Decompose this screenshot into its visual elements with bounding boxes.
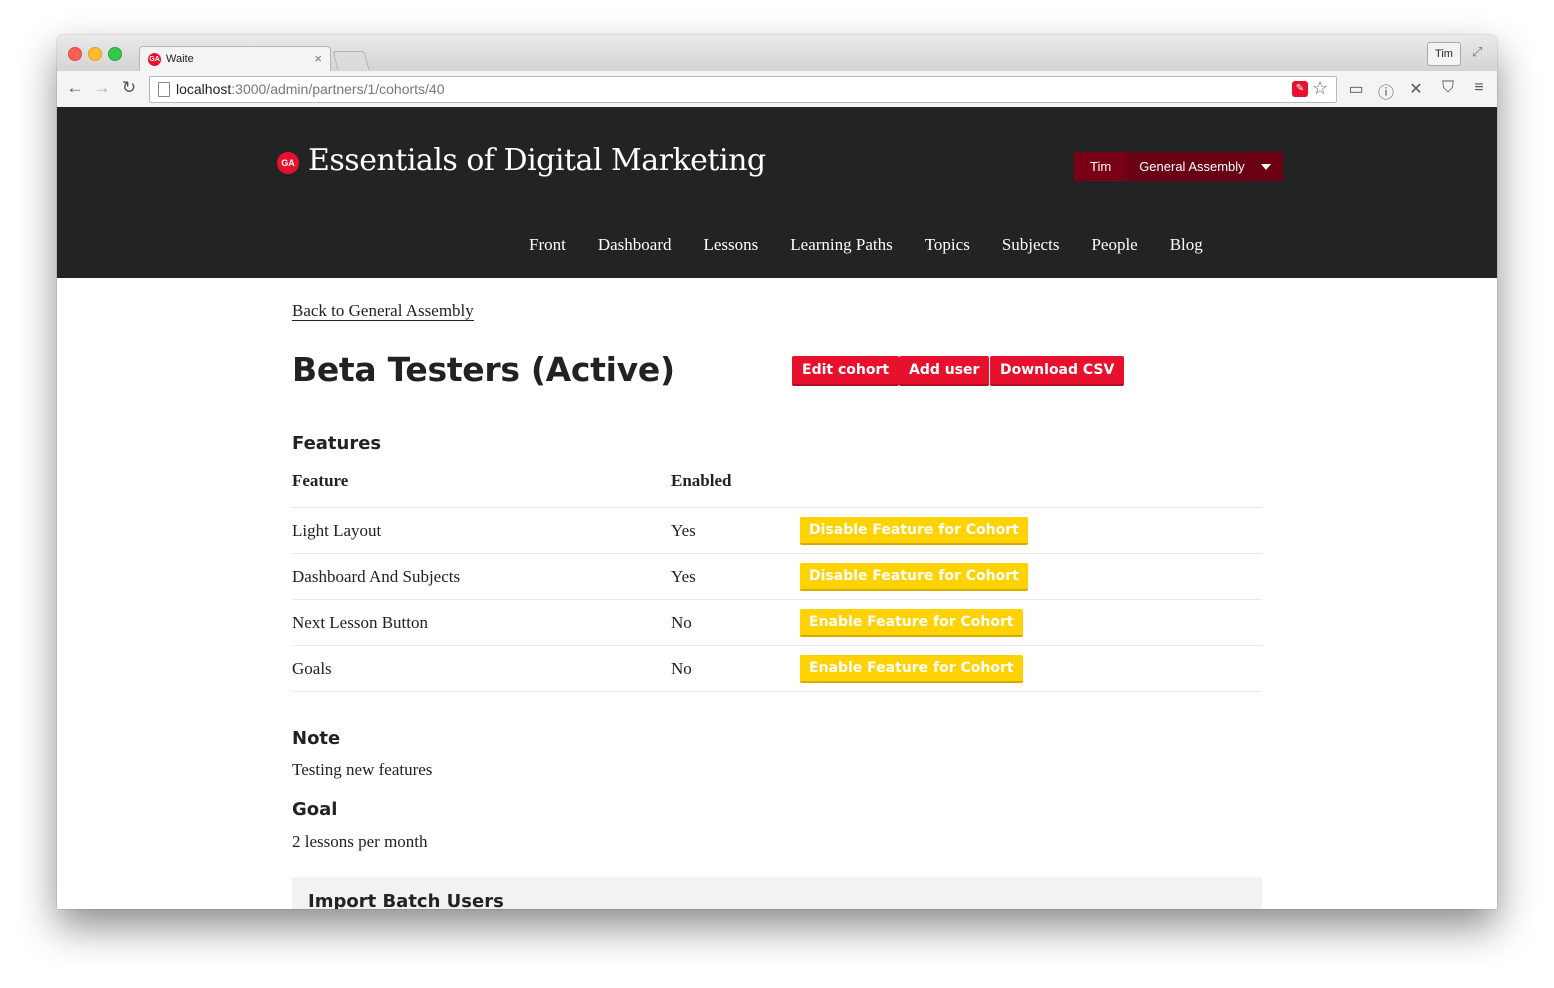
back-link[interactable]: Back to General Assembly [292, 301, 474, 321]
features-table: Feature Enabled Light Layout Yes Disable… [292, 467, 1262, 692]
cast-icon[interactable]: ▭ [1346, 79, 1366, 99]
table-row: Light Layout Yes Disable Feature for Coh… [292, 507, 1262, 554]
new-tab-button[interactable] [332, 51, 370, 70]
nav-topics[interactable]: Topics [925, 235, 970, 255]
import-heading: Import Batch Users [308, 891, 504, 909]
user-name: Tim [1074, 152, 1128, 181]
profile-button[interactable]: Tim [1427, 42, 1461, 66]
goal-heading: Goal [292, 799, 338, 820]
feature-name: Next Lesson Button [292, 599, 671, 646]
extension-icon[interactable]: ✎ [1292, 81, 1308, 97]
close-tab-icon[interactable]: × [314, 51, 322, 66]
table-row: Next Lesson Button No Enable Feature for… [292, 599, 1262, 646]
main-nav: Front Dashboard Lessons Learning Paths T… [529, 235, 1235, 255]
page-title: Beta Testers (Active) [292, 350, 675, 389]
nav-dashboard[interactable]: Dashboard [598, 235, 672, 255]
browser-window: GA Waite × Tim ⤢ ← → ↻ localhost:3000/ad… [57, 35, 1497, 909]
address-bar[interactable]: localhost:3000/admin/partners/1/cohorts/… [149, 76, 1337, 103]
add-user-button[interactable]: Add user [899, 356, 990, 386]
favicon-icon: GA [148, 53, 161, 66]
tab-strip: GA Waite × Tim ⤢ [57, 35, 1497, 73]
feature-name: Light Layout [292, 507, 671, 554]
nav-learning-paths[interactable]: Learning Paths [790, 235, 892, 255]
note-text: Testing new features [292, 760, 433, 779]
feature-enabled: Yes [671, 553, 800, 600]
goal-text: 2 lessons per month [292, 832, 428, 851]
browser-toolbar: ← → ↻ localhost:3000/admin/partners/1/co… [57, 71, 1497, 108]
pin-icon[interactable]: ✕ [1406, 79, 1426, 99]
nav-subjects[interactable]: Subjects [1002, 235, 1060, 255]
column-header-enabled: Enabled [671, 467, 800, 508]
nav-lessons[interactable]: Lessons [704, 235, 759, 255]
nav-blog[interactable]: Blog [1170, 235, 1203, 255]
close-window-button[interactable] [68, 47, 82, 61]
feature-name: Goals [292, 645, 671, 692]
column-header-action [800, 467, 1262, 508]
info-icon[interactable]: ⓘ [1376, 79, 1396, 103]
site-header: GA Essentials of Digital Marketing Tim G… [57, 107, 1497, 278]
bookmark-star-icon[interactable]: ☆ [1312, 78, 1328, 99]
edit-cohort-button[interactable]: Edit cohort [792, 356, 900, 386]
pocket-icon[interactable]: ⛉ [1438, 79, 1458, 97]
menu-icon[interactable]: ≡ [1469, 79, 1489, 97]
feature-name: Dashboard And Subjects [292, 553, 671, 600]
browser-tab[interactable]: GA Waite × [139, 46, 331, 73]
forward-arrow-icon[interactable]: → [92, 78, 112, 98]
page-icon [158, 82, 170, 97]
site-title[interactable]: Essentials of Digital Marketing [308, 143, 766, 178]
enable-feature-button[interactable]: Enable Feature for Cohort [800, 654, 1023, 683]
url-text[interactable]: localhost:3000/admin/partners/1/cohorts/… [176, 81, 445, 97]
minimize-window-button[interactable] [88, 47, 102, 61]
disable-feature-button[interactable]: Disable Feature for Cohort [800, 562, 1028, 591]
features-heading: Features [292, 433, 382, 454]
feature-enabled: No [671, 599, 800, 646]
nav-people[interactable]: People [1091, 235, 1137, 255]
disable-feature-button[interactable]: Disable Feature for Cohort [800, 516, 1028, 545]
org-name: General Assembly [1127, 152, 1257, 181]
caret-down-icon [1260, 163, 1271, 170]
nav-front[interactable]: Front [529, 235, 566, 255]
ga-logo-icon[interactable]: GA [277, 152, 299, 174]
tab-title: Waite [166, 53, 194, 65]
url-path: :3000/admin/partners/1/cohorts/40 [231, 81, 445, 97]
note-heading: Note [292, 728, 341, 749]
import-batch-users-panel: Import Batch Users [292, 877, 1262, 909]
url-host: localhost [176, 81, 232, 97]
download-csv-button[interactable]: Download CSV [990, 356, 1125, 386]
table-row: Dashboard And Subjects Yes Disable Featu… [292, 553, 1262, 600]
user-menu-dropdown[interactable]: Tim General Assembly [1074, 152, 1283, 181]
reload-icon[interactable]: ↻ [119, 78, 139, 98]
feature-enabled: No [671, 645, 800, 692]
table-row: Goals No Enable Feature for Cohort [292, 645, 1262, 692]
table-header-row: Feature Enabled [292, 467, 1262, 508]
back-arrow-icon[interactable]: ← [65, 78, 85, 98]
enable-feature-button[interactable]: Enable Feature for Cohort [800, 608, 1023, 637]
feature-enabled: Yes [671, 507, 800, 554]
zoom-window-button[interactable] [108, 47, 122, 61]
fullscreen-icon[interactable]: ⤢ [1472, 44, 1482, 60]
column-header-feature: Feature [292, 467, 671, 508]
